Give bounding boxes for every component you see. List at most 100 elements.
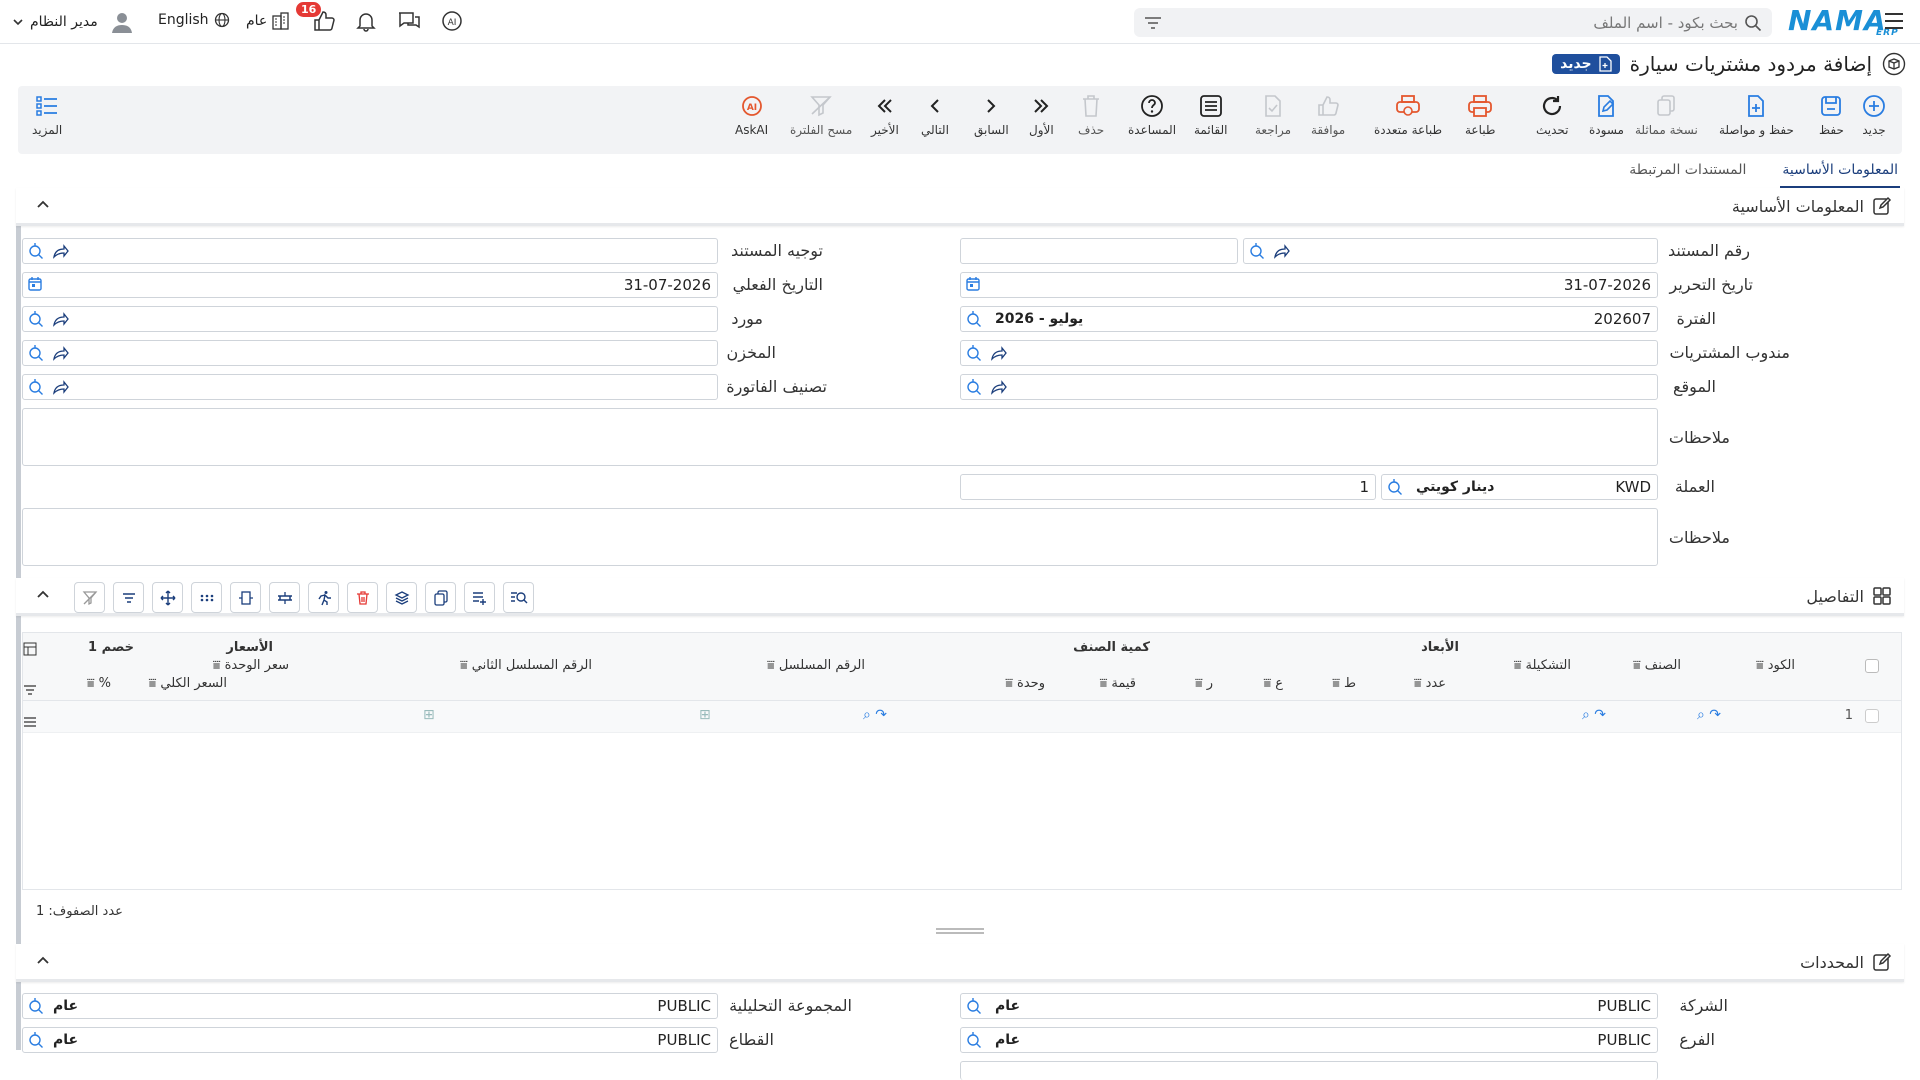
filter-icon[interactable]: ⩸ [460,658,468,673]
global-search[interactable] [1134,8,1772,37]
refresh-button[interactable]: تحديث [1536,92,1569,137]
warehouse-field[interactable] [22,340,718,366]
filter-icon[interactable]: ⩸ [1633,658,1641,673]
askai-button[interactable]: AI AskAI [735,92,768,137]
lookup-icon[interactable] [965,1031,983,1049]
doc-direction-field[interactable] [22,238,718,264]
lookup-icon[interactable] [965,344,983,362]
previous-button[interactable]: السابق [974,92,1009,137]
lookup-icon[interactable] [27,242,45,260]
run-button[interactable] [308,582,339,613]
ai-assistant-button[interactable]: AI [440,10,464,36]
company-field[interactable]: PUBLIC عام [960,993,1658,1019]
calendar-icon[interactable] [27,276,43,292]
lookup-icon[interactable] [27,378,45,396]
share-arrow-icon[interactable] [51,344,69,362]
share-arrow-icon[interactable] [51,378,69,396]
column-serial[interactable]: الرقم المسلسل⩸ [763,658,865,673]
add-lines-button[interactable] [464,582,495,613]
column-unit[interactable]: وحدة⩸ [1001,676,1045,691]
approvals-button[interactable]: 16 [296,2,336,36]
location-field[interactable] [960,374,1658,400]
invoice-class-field[interactable] [22,374,718,400]
clear-filter-button[interactable]: مسح الفلترة [790,92,852,137]
column-value[interactable]: قيمة⩸ [1095,676,1136,691]
filter-icon[interactable]: ⩸ [1756,658,1764,673]
copy-row-button[interactable] [425,582,456,613]
column-fit-button[interactable] [230,582,261,613]
serial2-add-icon[interactable]: ⊞ [423,707,435,723]
first-button[interactable]: الأول [1029,92,1054,137]
new-button[interactable]: جديد [1862,92,1886,137]
filter-icon[interactable]: ⩸ [213,658,221,673]
drag-handle-icon[interactable] [23,713,37,732]
filter-icon[interactable]: ⩸ [1005,676,1013,691]
filter-icon[interactable]: ⩸ [1514,658,1522,673]
table-row[interactable]: 1 ⌕ ↷ ⌕ ↷ ⌕ ↷ ⊞ ⊞ [23,701,1901,733]
currency-field[interactable]: KWD دينار كويتي [1381,474,1658,500]
layers-button[interactable] [386,582,417,613]
doc-number-prefix-field[interactable] [960,238,1238,264]
print-button[interactable]: طباعة [1465,92,1495,137]
share-arrow-icon[interactable] [51,310,69,328]
next-button[interactable]: التالي [921,92,949,137]
filter-icon[interactable]: ⩸ [87,676,95,691]
chevron-up-icon[interactable] [36,588,50,600]
chevron-up-icon[interactable] [36,198,50,210]
dots-grid-button[interactable] [191,582,222,613]
move-button[interactable] [152,582,183,613]
lookup-icon[interactable] [965,997,983,1015]
next-dimension-field[interactable] [960,1061,1658,1080]
review-button[interactable]: مراجعة [1255,92,1291,137]
tab-basic-info[interactable]: المعلومات الأساسية [1780,158,1900,188]
currency-rate-field[interactable]: 1 [960,474,1376,500]
messages-button[interactable] [397,10,421,36]
lookup-icon[interactable] [27,310,45,328]
notes-textarea[interactable] [22,408,1658,466]
insert-row-button[interactable] [269,582,300,613]
row-checkbox[interactable] [1865,709,1879,723]
help-button[interactable]: المساعدة [1128,92,1176,137]
share-arrow-icon[interactable] [989,378,1007,396]
dimensions-header[interactable]: المحددات [16,944,1904,982]
delete-button[interactable]: حذف [1078,92,1104,137]
filter-icon[interactable]: ⩸ [1195,676,1203,691]
unit-lookup-icon[interactable]: ⌕ ↷ [863,707,887,723]
copy-similar-button[interactable]: نسخة مماثلة [1635,92,1698,137]
lookup-icon[interactable] [27,997,45,1015]
search-list-button[interactable] [503,582,534,613]
chevron-up-icon[interactable] [36,954,50,966]
more-button[interactable]: المزيد [32,92,62,137]
serial-add-icon[interactable]: ⊞ [699,707,711,723]
tab-related-documents[interactable]: المستندات المرتبطة [1627,158,1748,188]
share-arrow-icon[interactable] [989,344,1007,362]
resize-handle[interactable] [936,928,984,934]
delete-row-button[interactable] [347,582,378,613]
filter-icon[interactable]: ⩸ [1414,676,1422,691]
column-length[interactable]: ط⩸ [1328,676,1356,691]
basic-info-header[interactable]: المعلومات الأساسية [16,188,1904,226]
column-serial2[interactable]: الرقم المسلسل الثاني⩸ [456,658,592,673]
share-arrow-icon[interactable] [51,242,69,260]
edit-date-field[interactable]: 31-07-2026 [960,272,1658,298]
doc-number-field[interactable] [1243,238,1658,264]
config-lookup-icon[interactable]: ⌕ ↷ [1582,707,1606,723]
column-width[interactable]: ع⩸ [1259,676,1283,691]
column-configuration[interactable]: التشكيلة⩸ [1510,658,1571,673]
share-arrow-icon[interactable] [1272,242,1290,260]
lookup-icon[interactable] [27,344,45,362]
column-total-price[interactable]: السعر الكلي⩸ [144,676,227,691]
calendar-icon[interactable] [965,276,981,292]
last-button[interactable]: الأخير [871,92,899,137]
analytic-group-field[interactable]: PUBLIC عام [22,993,718,1019]
actual-date-field[interactable]: 31-07-2026 [22,272,718,298]
branch-field[interactable]: PUBLIC عام [960,1027,1658,1053]
supplier-field[interactable] [22,306,718,332]
lookup-icon[interactable] [965,310,983,328]
column-item[interactable]: الصنف⩸ [1629,658,1681,673]
item-lookup-icon[interactable]: ⌕ ↷ [1697,707,1721,723]
notes2-textarea[interactable] [22,508,1658,566]
user-menu[interactable]: مدير النظام [12,10,134,34]
multi-print-button[interactable]: طباعة متعددة [1374,92,1442,137]
lookup-icon[interactable] [27,1031,45,1049]
